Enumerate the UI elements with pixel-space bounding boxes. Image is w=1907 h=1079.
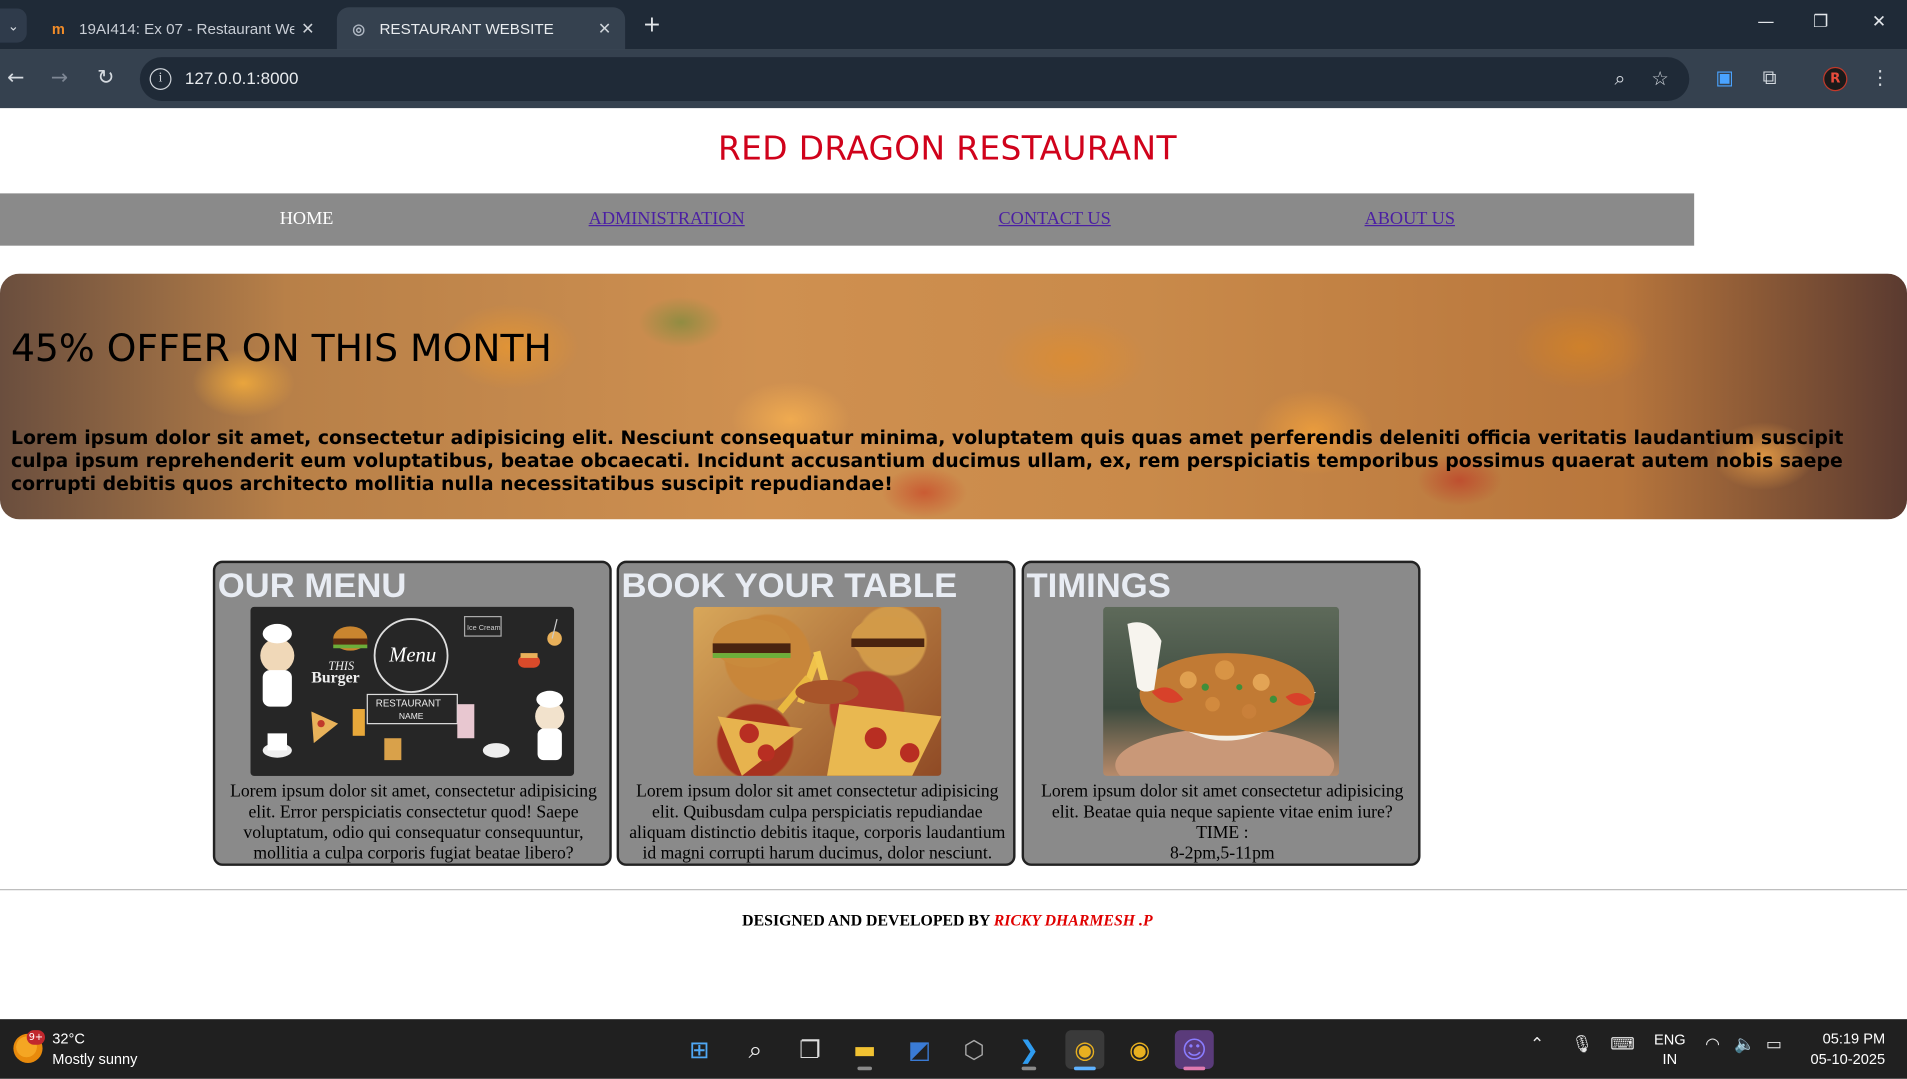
site-title: RED DRAGON RESTAURANT bbox=[717, 130, 1177, 168]
close-tab-icon[interactable]: ✕ bbox=[591, 19, 618, 38]
volume-icon[interactable]: 🔈 bbox=[1734, 1034, 1755, 1055]
card-title: TIMINGS bbox=[1026, 566, 1171, 606]
time-label: TIME : bbox=[1196, 823, 1249, 843]
card-our-menu: OUR MENU THIS Burger Menu Ice Cream REST… bbox=[212, 560, 612, 866]
fast-food-image bbox=[693, 606, 942, 776]
code-editor-icon[interactable]: ◩ bbox=[900, 1030, 939, 1069]
browser-tab-active[interactable]: ◎ RESTAURANT WEBSITE ✕ bbox=[336, 7, 626, 50]
windows-taskbar: 9+ 32°C Mostly sunny ⊞ ⌕ ❐ ▬ ◩ ⬡ ❯ ◉ ◉ ☺… bbox=[0, 1019, 1907, 1079]
notification-badge: 9+ bbox=[26, 1030, 45, 1045]
site-info-icon[interactable]: i bbox=[149, 68, 172, 90]
card-book-your-table: BOOK YOUR TABLE Lorem ipsum dolor sit am… bbox=[616, 560, 1016, 866]
time-value: 8-2pm,5-11pm bbox=[1169, 844, 1275, 864]
developer-name: RICKY DHARMESH .P bbox=[993, 910, 1153, 930]
zoom-icon[interactable]: ⌕ bbox=[1608, 67, 1632, 91]
discord-icon[interactable]: ☺ bbox=[1174, 1030, 1214, 1071]
region-code: IN bbox=[1662, 1050, 1678, 1068]
card-text-body: Lorem ipsum dolor sit amet consectetur a… bbox=[1041, 782, 1404, 823]
new-tab-icon[interactable]: + bbox=[639, 12, 666, 38]
card-title: BOOK YOUR TABLE bbox=[621, 566, 958, 606]
back-icon[interactable]: ← bbox=[2, 66, 29, 90]
card-title: OUR MENU bbox=[217, 566, 407, 606]
card-text: Lorem ipsum dolor sit amet consectetur a… bbox=[1029, 782, 1416, 864]
menu-board-illustration: THIS Burger Menu Ice Cream RESTAURANT NA… bbox=[250, 606, 575, 776]
footer-prefix: DESIGNED AND DEVELOPED BY bbox=[742, 910, 990, 930]
card-text: Lorem ipsum dolor sit amet, consectetur … bbox=[230, 782, 597, 864]
close-window-icon[interactable]: ✕ bbox=[1867, 12, 1891, 31]
fast-food-illustration bbox=[712, 616, 942, 776]
chrome-icon[interactable]: ◉ bbox=[1120, 1030, 1159, 1069]
menu-board-text: Menu bbox=[388, 645, 436, 667]
microphone-icon[interactable]: 🎙 bbox=[1571, 1034, 1593, 1055]
file-explorer-icon[interactable]: ▬ bbox=[845, 1030, 884, 1071]
nav-about-us[interactable]: ABOUT US bbox=[1365, 209, 1455, 230]
footer-credit: DESIGNED AND DEVELOPED BY RICKY DHARMESH… bbox=[0, 911, 1895, 930]
tab-search-chevron-icon[interactable]: ⌄ bbox=[0, 8, 27, 43]
system-clock[interactable]: 05:19 PM 05-10-2025 bbox=[1798, 1029, 1886, 1070]
globe-icon: ◎ bbox=[352, 20, 366, 38]
tray-overflow-chevron-icon[interactable]: ⌃ bbox=[1530, 1034, 1544, 1055]
language-indicator[interactable]: ENG IN bbox=[1654, 1030, 1686, 1069]
weather-temperature[interactable]: 32°C bbox=[52, 1030, 85, 1047]
chrome-profile-icon[interactable]: ◉ bbox=[1065, 1030, 1105, 1071]
weather-description[interactable]: Mostly sunny bbox=[52, 1051, 137, 1068]
moodle-icon: m bbox=[51, 20, 65, 38]
browser-tab-bar: ⌄ m 19AI414: Ex 07 - Restaurant We ✕ ◎ R… bbox=[0, 0, 1907, 50]
address-bar[interactable]: i 127.0.0.1:8000 ⌕ ☆ bbox=[139, 57, 1690, 101]
bookmark-star-icon[interactable]: ☆ bbox=[1648, 67, 1672, 90]
browser-tab[interactable]: m 19AI414: Ex 07 - Restaurant We ✕ bbox=[36, 7, 328, 50]
main-nav: HOME ADMINISTRATION CONTACT US ABOUT US bbox=[0, 193, 1695, 246]
nav-administration[interactable]: ADMINISTRATION bbox=[589, 209, 745, 230]
search-icon[interactable]: ⌕ bbox=[736, 1030, 775, 1069]
nav-home[interactable]: HOME bbox=[280, 209, 334, 230]
forward-icon[interactable]: → bbox=[46, 66, 73, 90]
close-tab-icon[interactable]: ✕ bbox=[294, 19, 321, 38]
language-code: ENG bbox=[1654, 1031, 1686, 1049]
menu-board-image: THIS Burger Menu Ice Cream RESTAURANT NA… bbox=[250, 606, 575, 776]
menu-board-text: RESTAURANT bbox=[376, 699, 441, 710]
tab-title: RESTAURANT WEBSITE bbox=[379, 20, 554, 38]
keyboard-icon[interactable]: ⌨ bbox=[1610, 1034, 1635, 1055]
reload-icon[interactable]: ↻ bbox=[92, 66, 119, 90]
card-text: Lorem ipsum dolor sit amet consectetur a… bbox=[629, 782, 1006, 864]
tab-title: 19AI414: Ex 07 - Restaurant We bbox=[79, 20, 295, 38]
extensions-puzzle-icon[interactable]: ⧉ bbox=[1756, 66, 1783, 90]
menu-board-text: Burger bbox=[311, 669, 359, 686]
footer-divider bbox=[0, 889, 1907, 891]
card-timings: TIMINGS Lorem ipsum dolor sit amet conse… bbox=[1021, 560, 1421, 866]
clock-date: 05-10-2025 bbox=[1810, 1050, 1886, 1068]
unity-icon[interactable]: ⬡ bbox=[955, 1030, 994, 1069]
offer-heading: 45% OFFER ON THIS MONTH bbox=[10, 327, 552, 371]
browser-toolbar: ← → ↻ i 127.0.0.1:8000 ⌕ ☆ ▣ ⧉ R ⋮ bbox=[0, 49, 1907, 109]
restore-icon[interactable]: ❐ bbox=[1808, 12, 1832, 31]
url-text[interactable]: 127.0.0.1:8000 bbox=[185, 68, 299, 87]
offer-banner: 45% OFFER ON THIS MONTH Lorem ipsum dolo… bbox=[0, 273, 1907, 520]
wifi-icon[interactable]: ◠ bbox=[1705, 1034, 1720, 1055]
offer-text: Lorem ipsum dolor sit amet, consectetur … bbox=[10, 426, 1844, 495]
nav-contact-us[interactable]: CONTACT US bbox=[999, 209, 1111, 230]
clock-time: 05:19 PM bbox=[1822, 1030, 1886, 1048]
menu-board-text: NAME bbox=[399, 711, 424, 721]
battery-icon[interactable]: ▭ bbox=[1766, 1034, 1782, 1055]
task-view-icon[interactable]: ❐ bbox=[791, 1030, 830, 1069]
profile-avatar[interactable]: R bbox=[1823, 66, 1848, 92]
street-food-illustration bbox=[1115, 622, 1335, 776]
vscode-icon[interactable]: ❯ bbox=[1009, 1030, 1048, 1071]
page-content: RED DRAGON RESTAURANT HOME ADMINISTRATIO… bbox=[0, 108, 1907, 1020]
menu-kebab-icon[interactable]: ⋮ bbox=[1867, 66, 1894, 89]
windows-start-icon[interactable]: ⊞ bbox=[680, 1030, 719, 1069]
menu-board-text: Ice Cream bbox=[467, 623, 501, 632]
street-food-image bbox=[1103, 606, 1340, 776]
extension-app-icon[interactable]: ▣ bbox=[1711, 66, 1738, 89]
minimize-icon[interactable]: — bbox=[1754, 12, 1778, 31]
